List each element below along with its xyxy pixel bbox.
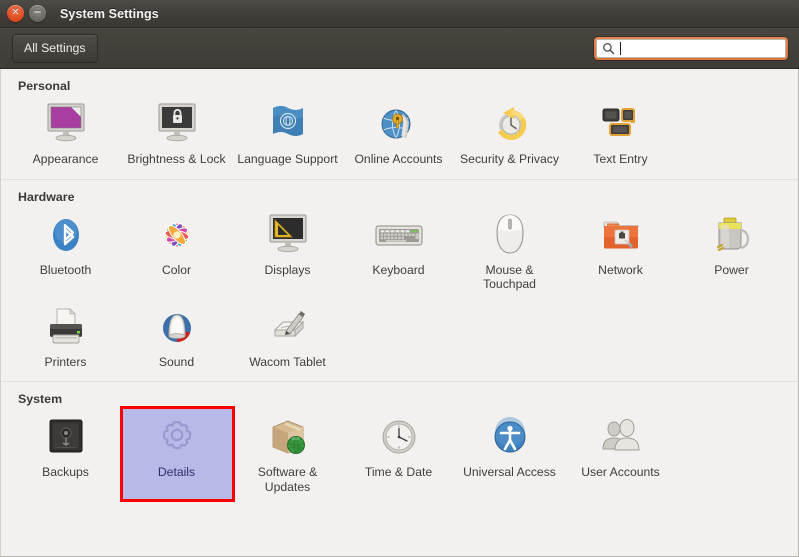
language-support-icon [262, 99, 314, 149]
settings-item-universal-access[interactable]: Universal Access [454, 408, 565, 500]
settings-item-label: Language Support [237, 152, 338, 166]
settings-item-network[interactable]: Network [565, 206, 676, 298]
settings-content: Personal Appearance Brightness & Lock La… [0, 69, 799, 557]
settings-item-label: Software & Updates [257, 465, 318, 494]
text-cursor [620, 41, 621, 55]
settings-item-label: Sound [158, 354, 195, 369]
search-input[interactable] [596, 38, 786, 58]
settings-item-label: User Accounts [581, 465, 660, 479]
section-title-personal: Personal [18, 79, 71, 93]
user-accounts-icon [595, 412, 647, 462]
all-settings-button[interactable]: All Settings [12, 33, 98, 63]
color-icon [151, 210, 203, 260]
settings-item-brightness-lock[interactable]: Brightness & Lock [121, 95, 232, 173]
close-button[interactable]: ✕ [7, 5, 24, 22]
settings-item-power[interactable]: Power [676, 206, 787, 298]
grid-personal: Appearance Brightness & Lock Language Su… [1, 95, 798, 179]
settings-item-wacom-tablet[interactable]: Wacom Tablet [232, 298, 343, 376]
settings-item-security-privacy[interactable]: Security & Privacy [454, 95, 565, 173]
text-entry-icon [595, 99, 647, 149]
settings-item-sound[interactable]: Sound [121, 298, 232, 376]
settings-item-text-entry[interactable]: Text Entry [565, 95, 676, 173]
settings-item-label: Displays [264, 262, 311, 277]
displays-icon [262, 210, 314, 260]
software-updates-icon [262, 412, 314, 462]
toolbar: All Settings [0, 28, 799, 69]
settings-item-label: Printers [44, 354, 87, 369]
settings-item-backups[interactable]: Backups [10, 408, 121, 500]
appearance-icon [40, 99, 92, 149]
settings-item-label: Universal Access [463, 465, 556, 479]
search-field-focus-ring [594, 36, 788, 60]
settings-item-label: Text Entry [593, 152, 648, 166]
power-icon [706, 210, 758, 260]
settings-item-bluetooth[interactable]: Bluetooth [10, 206, 121, 298]
details-icon [151, 412, 203, 462]
settings-item-label: Network [598, 262, 643, 277]
settings-item-label: Keyboard [372, 262, 425, 277]
settings-item-language-support[interactable]: Language Support [232, 95, 343, 173]
search-icon [603, 42, 615, 54]
settings-item-label: Appearance [32, 152, 99, 166]
settings-item-displays[interactable]: Displays [232, 206, 343, 298]
settings-item-color[interactable]: Color [121, 206, 232, 298]
mouse-touchpad-icon [484, 210, 536, 260]
settings-item-label: Details [157, 465, 196, 479]
settings-item-label: Color [161, 262, 192, 277]
settings-item-label: Mouse & Touchpad [483, 262, 536, 292]
printers-icon [40, 302, 92, 352]
window-title: System Settings [60, 6, 159, 21]
settings-item-label: Power [714, 262, 749, 277]
settings-item-mouse-touchpad[interactable]: Mouse & Touchpad [454, 206, 565, 298]
backups-icon [40, 412, 92, 462]
brightness-lock-icon [151, 99, 203, 149]
universal-access-icon [484, 412, 536, 462]
settings-item-label: Online Accounts [354, 152, 443, 166]
all-settings-label: All Settings [24, 41, 86, 55]
settings-item-time-date[interactable]: Time & Date [343, 408, 454, 500]
settings-item-software-updates[interactable]: Software & Updates [232, 408, 343, 500]
section-title-hardware: Hardware [18, 189, 75, 204]
settings-item-printers[interactable]: Printers [10, 298, 121, 376]
settings-item-label: Wacom Tablet [249, 354, 326, 369]
settings-item-label: Time & Date [364, 465, 433, 479]
wacom-tablet-icon [262, 302, 314, 352]
keyboard-icon [373, 210, 425, 260]
settings-item-keyboard[interactable]: Keyboard [343, 206, 454, 298]
grid-hardware: Bluetooth Color Displays Keyboard Mouse … [1, 206, 798, 382]
settings-item-label: Bluetooth [39, 262, 92, 277]
settings-item-label: Backups [42, 465, 89, 479]
close-icon: ✕ [11, 7, 20, 18]
sound-icon [151, 302, 203, 352]
settings-item-details[interactable]: Details [121, 408, 232, 500]
settings-item-appearance[interactable]: Appearance [10, 95, 121, 173]
settings-item-online-accounts[interactable]: Online Accounts [343, 95, 454, 173]
minimize-button[interactable]: − [29, 5, 46, 22]
time-date-icon [373, 412, 425, 462]
section-hardware: Hardware Bluetooth Color Displays Keyboa… [1, 178, 798, 382]
settings-item-label: Security & Privacy [460, 152, 559, 166]
section-personal: Personal Appearance Brightness & Lock La… [1, 69, 798, 179]
section-title-system: System [18, 392, 63, 406]
bluetooth-icon [40, 210, 92, 260]
security-privacy-icon [484, 99, 536, 149]
minimize-icon: − [33, 7, 42, 18]
titlebar: ✕ − System Settings [0, 0, 799, 28]
system-settings-window: ✕ − System Settings All Settings Persona… [0, 0, 799, 557]
online-accounts-icon [373, 99, 425, 149]
grid-system: Backups Details Software & Updates Time … [1, 408, 798, 506]
settings-item-user-accounts[interactable]: User Accounts [565, 408, 676, 500]
settings-item-label: Brightness & Lock [127, 152, 226, 166]
section-system: System Backups Details Software & Update… [1, 381, 798, 506]
network-icon [595, 210, 647, 260]
